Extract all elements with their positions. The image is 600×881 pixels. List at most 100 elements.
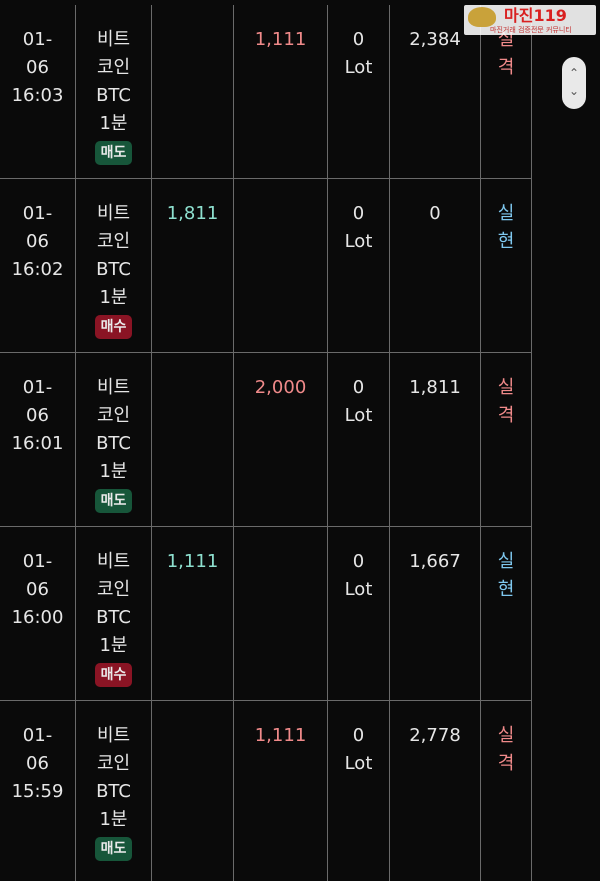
symbol-ticker: BTC — [96, 607, 131, 628]
result-char-1: 실 — [497, 725, 515, 746]
side-badge-sell: 매도 — [94, 489, 133, 513]
sell-price-cell — [233, 179, 327, 352]
symbol-name-1: 비트 — [96, 725, 131, 746]
table-row[interactable]: 01- 06 16:01 비트 코인 BTC 1분 매도 2,000 0 Lot — [0, 353, 532, 527]
amount-cell: 1,811 — [389, 353, 480, 526]
result-char-2: 현 — [497, 579, 515, 600]
buy-price: 1,111 — [166, 551, 219, 572]
lot-cell: 0 Lot — [327, 179, 389, 352]
symbol-interval: 1분 — [99, 809, 128, 830]
symbol-name-1: 비트 — [96, 551, 131, 572]
date-day: 06 — [26, 579, 49, 600]
watermark-title: 마진119 — [504, 6, 567, 25]
table-row[interactable]: 01- 06 16:02 비트 코인 BTC 1분 매수 1,811 0 Lot — [0, 179, 532, 353]
sell-price — [234, 179, 327, 200]
side-badge-buy: 매수 — [94, 315, 133, 339]
date-month: 01- — [22, 551, 53, 572]
date-day: 06 — [26, 405, 49, 426]
table-row[interactable]: 01- 06 16:03 비트 코인 BTC 1분 매도 1,111 0 Lot — [0, 5, 532, 179]
time-cell: 01- 06 16:02 — [0, 179, 75, 352]
amount-cell: 1,667 — [389, 527, 480, 700]
amount-value: 1,811 — [409, 377, 461, 398]
time-value: 16:00 — [11, 607, 64, 628]
lot-unit: Lot — [344, 579, 373, 600]
table-row[interactable]: 01- 06 15:59 비트 코인 BTC 1분 매도 1,111 0 Lot — [0, 701, 532, 881]
buy-price-cell: 1,111 — [151, 527, 233, 700]
sell-price: 1,111 — [254, 29, 307, 50]
symbol-name-2: 코인 — [96, 405, 131, 426]
result-char-2: 격 — [497, 57, 515, 78]
symbol-interval: 1분 — [99, 635, 128, 656]
buy-price: 1,811 — [166, 203, 219, 224]
symbol-interval: 1분 — [99, 461, 128, 482]
lot-value: 0 — [352, 551, 365, 572]
lot-cell: 0 Lot — [327, 353, 389, 526]
date-month: 01- — [22, 203, 53, 224]
symbol-name-1: 비트 — [96, 203, 131, 224]
symbol-cell: 비트 코인 BTC 1분 매수 — [75, 527, 151, 700]
result-char-1: 실 — [497, 551, 515, 572]
result-char-1: 실 — [497, 377, 515, 398]
symbol-name-2: 코인 — [96, 57, 131, 78]
symbol-cell: 비트 코인 BTC 1분 매도 — [75, 701, 151, 881]
time-cell: 01- 06 16:01 — [0, 353, 75, 526]
sell-price-cell — [233, 527, 327, 700]
sell-price-cell: 1,111 — [233, 701, 327, 881]
result-char-2: 현 — [497, 231, 515, 252]
symbol-ticker: BTC — [96, 85, 131, 106]
result-cell: 실 격 — [480, 701, 532, 881]
lot-unit: Lot — [344, 231, 373, 252]
result-char-2: 격 — [497, 753, 515, 774]
scroll-handle[interactable]: ⌃ ⌄ — [562, 57, 586, 109]
buy-price-cell — [151, 5, 233, 178]
lot-cell: 0 Lot — [327, 527, 389, 700]
chevron-up-icon[interactable]: ⌃ — [562, 67, 586, 79]
watermark-logo: 마진119 마진거래 검증전문 커뮤니티 — [464, 5, 596, 35]
date-day: 06 — [26, 753, 49, 774]
time-cell: 01- 06 16:03 — [0, 5, 75, 178]
time-value: 16:01 — [11, 433, 64, 454]
eagle-emblem-icon — [468, 7, 496, 27]
side-badge-buy: 매수 — [94, 663, 133, 687]
symbol-name-2: 코인 — [96, 579, 131, 600]
watermark-subtitle: 마진거래 검증전문 커뮤니티 — [490, 26, 572, 34]
sell-price-cell: 2,000 — [233, 353, 327, 526]
side-badge-sell: 매도 — [94, 141, 133, 165]
amount-cell: 0 — [389, 179, 480, 352]
date-month: 01- — [22, 377, 53, 398]
result-char-1: 실 — [497, 203, 515, 224]
symbol-ticker: BTC — [96, 433, 131, 454]
result-cell: 실 격 — [480, 353, 532, 526]
symbol-cell: 비트 코인 BTC 1분 매수 — [75, 179, 151, 352]
buy-price-cell: 1,811 — [151, 179, 233, 352]
side-badge-sell: 매도 — [94, 837, 133, 861]
lot-value: 0 — [352, 725, 365, 746]
lot-unit: Lot — [344, 57, 373, 78]
date-day: 06 — [26, 231, 49, 252]
symbol-cell: 비트 코인 BTC 1분 매도 — [75, 5, 151, 178]
date-day: 06 — [26, 57, 49, 78]
sell-price — [234, 527, 327, 548]
buy-price — [152, 353, 233, 374]
date-month: 01- — [22, 725, 53, 746]
symbol-interval: 1분 — [99, 287, 128, 308]
symbol-name-2: 코인 — [96, 753, 131, 774]
buy-price — [152, 701, 233, 722]
table-row[interactable]: 01- 06 16:00 비트 코인 BTC 1분 매수 1,111 0 Lot — [0, 527, 532, 701]
amount-value: 0 — [429, 203, 441, 224]
time-cell: 01- 06 15:59 — [0, 701, 75, 881]
symbol-name-1: 비트 — [96, 377, 131, 398]
time-value: 16:03 — [11, 85, 64, 106]
sell-price: 2,000 — [254, 377, 307, 398]
lot-cell: 0 Lot — [327, 5, 389, 178]
lot-value: 0 — [352, 377, 365, 398]
sell-price-cell: 1,111 — [233, 5, 327, 178]
symbol-ticker: BTC — [96, 781, 131, 802]
symbol-cell: 비트 코인 BTC 1분 매도 — [75, 353, 151, 526]
time-value: 16:02 — [11, 259, 64, 280]
buy-price — [152, 5, 233, 26]
chevron-down-icon[interactable]: ⌄ — [562, 85, 586, 97]
time-value: 15:59 — [11, 781, 64, 802]
amount-value: 2,778 — [409, 725, 461, 746]
amount-cell: 2,778 — [389, 701, 480, 881]
